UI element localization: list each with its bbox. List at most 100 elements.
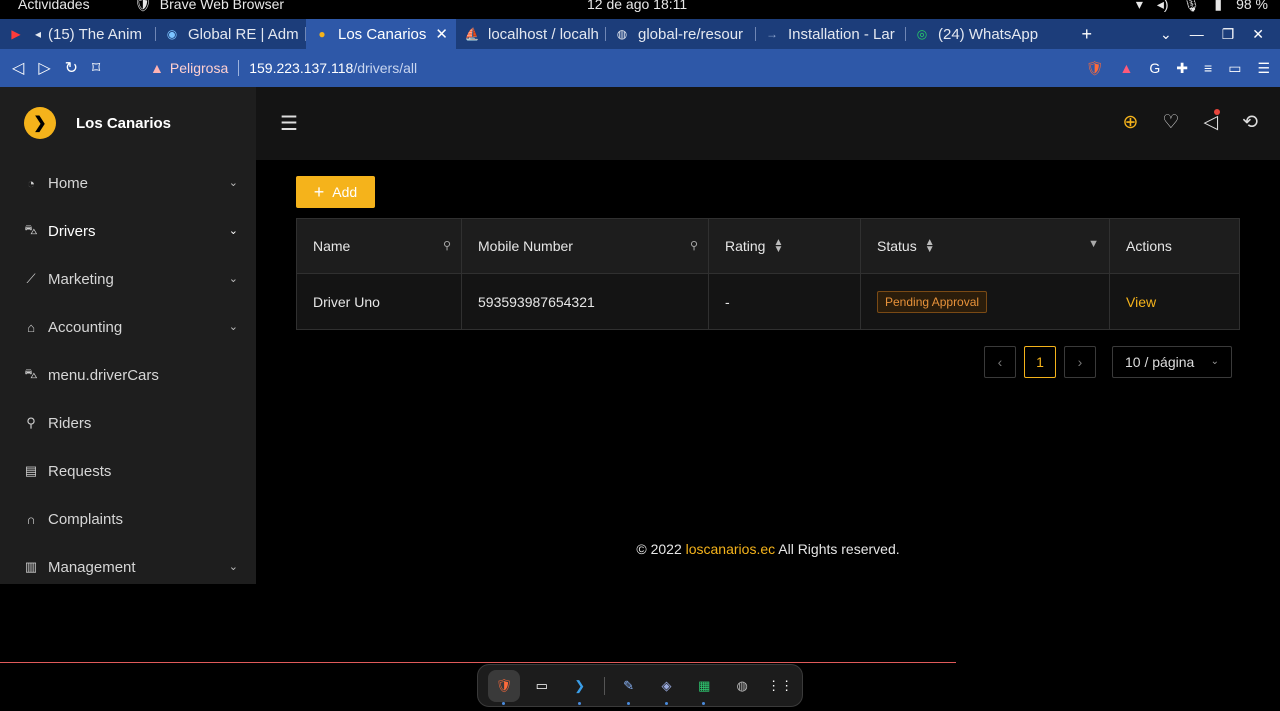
tab-global-re[interactable]: ◉ Global RE | Admi (156, 19, 306, 49)
sidebar-item-requests[interactable]: ▤ Requests (0, 447, 256, 495)
github-icon: ◍ (616, 27, 628, 41)
chevron-down-icon: ⌄ (228, 273, 238, 285)
window-controls: + ⌄ — ❐ ✕ (1081, 19, 1280, 49)
brave-shields-icon[interactable]: 🛡 (1086, 60, 1104, 77)
forward-icon[interactable]: ▷ (38, 58, 50, 78)
close-tab-icon[interactable]: ✕ (435, 25, 448, 43)
column-header-mobile[interactable]: Mobile Number ⚲ (462, 219, 709, 273)
app-name: Brave Web Browser (159, 0, 285, 12)
sidebar-item-accounting[interactable]: ⌂ Accounting ⌄ (0, 303, 256, 351)
bank-icon: ⌂ (27, 319, 35, 335)
battery-level: 98 % (1236, 0, 1268, 12)
minimize-icon[interactable]: — (1190, 26, 1204, 42)
extensions-icon[interactable]: ✚ (1176, 60, 1188, 77)
sidebar-item-drivers[interactable]: ⛍ Drivers ⌄ (0, 207, 256, 255)
chevron-down-icon: ⌄ (1210, 356, 1219, 367)
car-icon: ⛍ (24, 366, 38, 381)
activities-button[interactable]: Actividades (18, 0, 90, 11)
search-icon[interactable]: ⚲ (443, 239, 451, 252)
brave-rewards-icon[interactable]: ▲ (1120, 60, 1134, 76)
warning-icon[interactable]: ▲ (150, 60, 164, 76)
status-badge: Pending Approval (877, 290, 988, 313)
reload-icon[interactable]: ↻ (65, 58, 78, 78)
dock-text-editor-icon[interactable]: ✎ (613, 670, 645, 705)
sidebar-item-management[interactable]: ▥ Management ⌄ (0, 543, 256, 591)
main-content: + Add Name ⚲ Mobile Number ⚲ Rating ▲ ▼ S… (256, 160, 1280, 584)
notification-dot (1214, 109, 1221, 115)
bookmark-icon[interactable]: ⌑ (92, 58, 100, 78)
brave-icon: 🛡 (134, 0, 152, 12)
app-indicator[interactable]: 🛡 Brave Web Browser (134, 0, 285, 12)
canarios-logo-icon: ❯ (24, 107, 56, 139)
list-icon: ▤ (24, 463, 38, 478)
cell-name: Driver Uno (297, 274, 462, 329)
sidebar-item-marketing[interactable]: ⟋ Marketing ⌄ (0, 255, 256, 303)
drivers-table: Name ⚲ Mobile Number ⚲ Rating ▲ ▼ Status … (296, 218, 1240, 330)
security-warning[interactable]: Peligrosa (170, 60, 228, 76)
tab-list-chevron-icon[interactable]: ⌄ (1160, 26, 1172, 43)
system-tray[interactable]: ▾ ◂) 🎙 ▮ 98 % (1135, 0, 1268, 12)
arrow-icon: → (766, 27, 778, 41)
lightbulb-icon[interactable]: ♡ (1162, 111, 1179, 134)
brand[interactable]: ❯ Los Canarios (0, 87, 256, 159)
sidebar-item-home[interactable]: ◔ Home ⌄ (0, 159, 256, 207)
pagination: ‹ 1 › 10 / página ⌄ (984, 346, 1232, 378)
chevron-down-icon: ⌄ (228, 561, 238, 573)
dock-spreadsheet-icon[interactable]: ▦ (688, 670, 720, 705)
tab-github[interactable]: ◍ global-re/resour (606, 19, 756, 49)
table-row: Driver Uno 593593987654321 - Pending App… (297, 274, 1239, 329)
new-tab-icon[interactable]: + (1081, 24, 1092, 45)
extensions-bar: 🛡 ▲ G ✚ ≡ ▭ ☰ (1086, 49, 1270, 87)
tab-los-canarios[interactable]: ● Los Canarios · ✕ (306, 19, 456, 49)
dock-terminal-icon[interactable]: ▭ (526, 670, 558, 702)
language-globe-icon[interactable]: ⊕ (1122, 111, 1138, 134)
close-window-icon[interactable]: ✕ (1252, 26, 1264, 43)
dock-disk-icon[interactable]: ◍ (726, 670, 758, 702)
page-size-select[interactable]: 10 / página ⌄ (1112, 346, 1232, 378)
url-path: /drivers/all (353, 60, 418, 76)
sidebar-item-riders[interactable]: ⚲ Riders (0, 399, 256, 447)
url-field[interactable]: ▲ Peligrosa 159.223.137.118/drivers/all (140, 54, 1100, 82)
divider-line (0, 662, 956, 663)
tab-laravel-installation[interactable]: → Installation - Lar (756, 19, 906, 49)
search-icon[interactable]: ⚲ (690, 239, 698, 252)
media-icon[interactable]: ≡ (1204, 60, 1212, 76)
column-header-rating[interactable]: Rating ▲ ▼ (709, 219, 861, 273)
footer-site-link[interactable]: loscanarios.ec (686, 541, 776, 557)
add-button[interactable]: + Add (296, 176, 375, 208)
wallet-icon[interactable]: ▭ (1228, 60, 1241, 77)
announcements-icon[interactable]: ◁ (1203, 109, 1221, 134)
tab-phpmyadmin[interactable]: ⛵ localhost / localh (456, 19, 606, 49)
clock[interactable]: 12 de ago 18:11 (587, 0, 687, 11)
dock-apps-grid-icon[interactable]: ⋮⋮ (764, 670, 796, 702)
sidebar-item-complaints[interactable]: ∩ Complaints (0, 495, 256, 543)
view-link[interactable]: View (1126, 294, 1156, 310)
column-header-name[interactable]: Name ⚲ (297, 219, 462, 273)
translate-icon[interactable]: G (1149, 60, 1160, 76)
prev-page-button[interactable]: ‹ (984, 346, 1016, 378)
tab-whatsapp[interactable]: ◎ (24) WhatsApp (906, 19, 1046, 49)
wifi-icon: ▾ (1135, 0, 1143, 12)
page-number-button[interactable]: 1 (1024, 346, 1056, 378)
speaker-icon[interactable]: ◂ (32, 26, 44, 42)
dashboard-icon: ◔ (27, 175, 35, 191)
browser-menu-icon[interactable]: ☰ (1257, 60, 1270, 77)
sliders-icon: ▥ (24, 559, 38, 574)
next-page-button[interactable]: › (1064, 346, 1096, 378)
column-header-status[interactable]: Status ▲ ▼ ▼ (861, 219, 1110, 273)
collapse-menu-icon[interactable]: ☰ (280, 114, 298, 134)
dock-brave-icon[interactable]: 🛡 (488, 669, 520, 705)
dock-vscode-icon[interactable]: ❯ (564, 670, 596, 705)
sidebar-item-driver-cars[interactable]: ⛍ menu.driverCars (0, 351, 256, 399)
logout-icon[interactable]: ⟲ (1242, 111, 1258, 134)
filter-icon[interactable]: ▼ (1088, 238, 1099, 250)
maximize-icon[interactable]: ❐ (1222, 26, 1235, 43)
chevron-down-icon: ⌄ (228, 321, 238, 333)
url-host: 159.223.137.118 (249, 60, 354, 76)
sort-icon[interactable]: ▲ ▼ (925, 238, 935, 255)
tab-youtube[interactable]: ▶ ◂ (15) The Anim (0, 19, 156, 49)
dock-network-icon[interactable]: ◈ (651, 670, 683, 705)
back-icon[interactable]: ◁ (12, 58, 24, 78)
sort-icon[interactable]: ▲ ▼ (773, 238, 783, 255)
chart-icon: ⟋ (26, 271, 36, 286)
